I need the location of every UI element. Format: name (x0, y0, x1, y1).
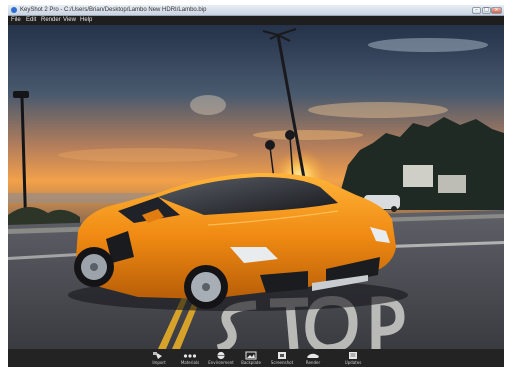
backplate-icon (245, 351, 257, 360)
import-button[interactable]: Import (144, 350, 174, 367)
menu-render[interactable]: Render (41, 16, 61, 25)
menu-bar: File Edit Render View Help (8, 16, 504, 25)
title-bar: KeyShot 2 Pro - C:/Users/Brian/Desktop/L… (8, 5, 504, 16)
menu-help[interactable]: Help (80, 16, 92, 25)
toolbar: Import Materials Environment Backplate S… (8, 349, 504, 367)
screenshot-icon (278, 352, 286, 359)
materials-button[interactable]: Materials (175, 350, 205, 367)
menu-edit[interactable]: Edit (26, 16, 36, 25)
materials-icon (183, 354, 197, 358)
updates-icon (349, 352, 357, 359)
render-icon (307, 353, 319, 358)
render-scene (8, 25, 504, 349)
environment-icon (217, 351, 225, 360)
close-button[interactable]: × (491, 7, 502, 14)
keyshot-logo-icon (11, 7, 17, 13)
maximize-button[interactable]: □ (482, 7, 491, 14)
menu-view[interactable]: View (63, 16, 76, 25)
render-button[interactable]: Render (298, 350, 328, 367)
screenshot-button[interactable]: Screenshot (267, 350, 297, 367)
minimize-button[interactable]: – (472, 7, 481, 14)
import-icon (153, 352, 162, 359)
menu-file[interactable]: File (11, 16, 21, 25)
render-viewport[interactable] (8, 25, 504, 349)
updates-button[interactable]: Updates (338, 350, 368, 367)
window-title: KeyShot 2 Pro - C:/Users/Brian/Desktop/L… (20, 7, 207, 13)
render-label: Render (305, 360, 321, 365)
updates-label: Updates (344, 360, 362, 365)
backplate-button[interactable]: Backplate (236, 350, 266, 367)
keyshot-window: KeyShot 2 Pro - C:/Users/Brian/Desktop/L… (8, 5, 504, 367)
